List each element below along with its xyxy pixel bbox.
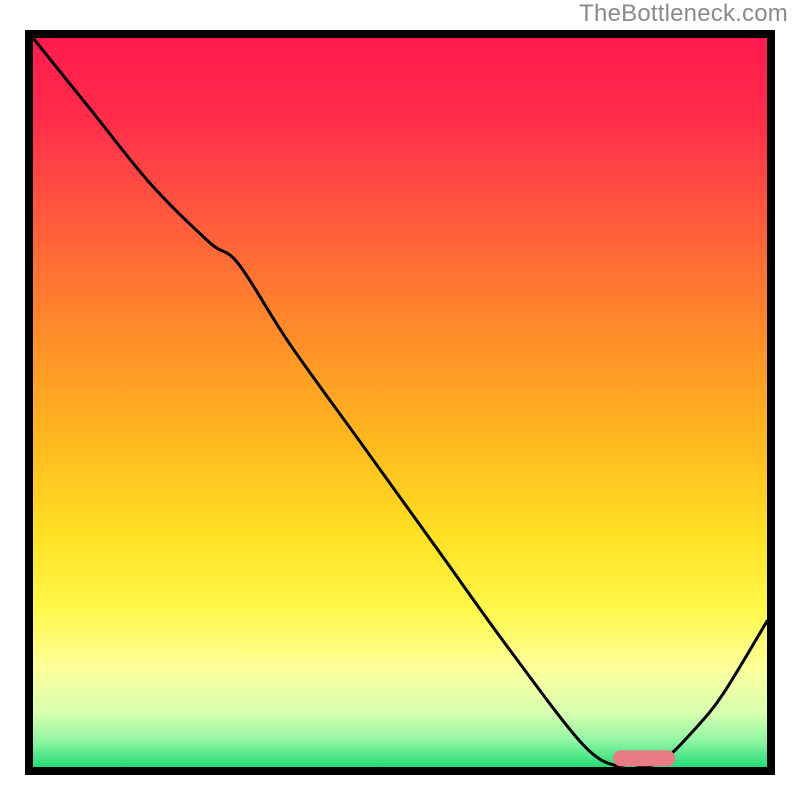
gradient-background xyxy=(29,34,771,771)
optimal-range-marker xyxy=(613,750,675,766)
watermark-text: TheBottleneck.com xyxy=(579,0,788,28)
chart-container: TheBottleneck.com xyxy=(0,0,800,800)
bottleneck-chart xyxy=(0,0,800,800)
